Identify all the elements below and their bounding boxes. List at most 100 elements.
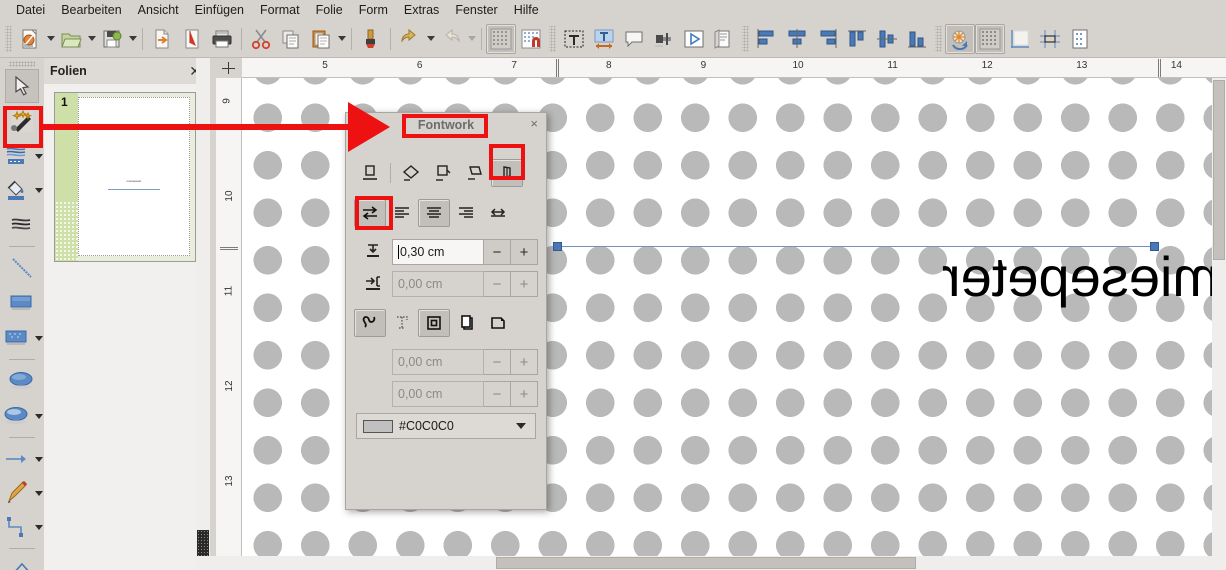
transformations-icon[interactable] bbox=[945, 23, 975, 54]
vertical-scroll-thumb[interactable] bbox=[1213, 80, 1225, 260]
fontwork-vertical-shadow-button[interactable] bbox=[450, 309, 482, 337]
line-color-dropdown-icon[interactable] bbox=[34, 139, 44, 173]
menu-ansicht[interactable]: Ansicht bbox=[130, 1, 187, 19]
arrow-tool[interactable] bbox=[0, 442, 34, 476]
fontwork-text-object[interactable]: miesepeter bbox=[942, 244, 1219, 309]
menu-hilfe[interactable]: Hilfe bbox=[506, 1, 547, 19]
open-document-dropdown-icon[interactable] bbox=[86, 24, 97, 54]
slide-thumbnail[interactable]: 1 miesepeter bbox=[54, 92, 196, 262]
fontwork-shadow-x-increment[interactable]: + bbox=[511, 349, 538, 375]
display-grid-icon[interactable] bbox=[486, 23, 516, 54]
menu-datei[interactable]: Datei bbox=[8, 1, 53, 19]
fontwork-shadow-y-input[interactable]: 0,00 cm bbox=[392, 381, 484, 407]
align-top-icon[interactable] bbox=[842, 24, 872, 54]
align-left-icon[interactable] bbox=[752, 24, 782, 54]
cut-icon[interactable] bbox=[246, 24, 276, 54]
fontwork-off-button[interactable] bbox=[354, 159, 386, 187]
undo-dropdown-icon[interactable] bbox=[425, 24, 436, 54]
fontwork-indent-input[interactable]: 0,00 cm bbox=[392, 271, 484, 297]
rectangle-filled-tool[interactable] bbox=[5, 286, 39, 320]
helplines-icon[interactable] bbox=[1035, 24, 1065, 54]
redo-dropdown-icon[interactable] bbox=[466, 24, 477, 54]
insert-fontwork-icon[interactable] bbox=[589, 24, 619, 54]
display-views-icon[interactable] bbox=[1065, 24, 1095, 54]
undo-icon[interactable] bbox=[395, 24, 425, 54]
horizontal-ruler[interactable]: 5 6 7 8 9 10 11 12 13 14 bbox=[216, 58, 1226, 78]
print-icon[interactable] bbox=[207, 24, 237, 54]
insert-callout-icon[interactable] bbox=[619, 24, 649, 54]
fontwork-upright-button[interactable] bbox=[427, 159, 459, 187]
basic-shapes-tool[interactable] bbox=[5, 553, 39, 570]
canvas-horizontal-scrollbar[interactable] bbox=[196, 556, 1226, 570]
print-preview-icon[interactable] bbox=[177, 24, 207, 54]
fontwork-shadow-x-input[interactable]: 0,00 cm bbox=[392, 349, 484, 375]
paste-dropdown-icon[interactable] bbox=[336, 24, 347, 54]
connector-tool[interactable] bbox=[0, 510, 34, 544]
paste-icon[interactable] bbox=[306, 24, 336, 54]
chevron-down-icon[interactable] bbox=[516, 423, 526, 429]
menu-einfuegen[interactable]: Einfügen bbox=[187, 1, 252, 19]
line-tool[interactable] bbox=[5, 251, 39, 285]
fontwork-text-contour-button[interactable] bbox=[386, 309, 418, 337]
fontwork-orientation-button[interactable] bbox=[354, 199, 386, 227]
menu-fenster[interactable]: Fenster bbox=[447, 1, 505, 19]
fontwork-slant-horizontal-button[interactable] bbox=[459, 159, 491, 187]
toolbar-grip[interactable] bbox=[5, 25, 12, 52]
menu-extras[interactable]: Extras bbox=[396, 1, 447, 19]
fontwork-indent-increment[interactable]: + bbox=[511, 271, 538, 297]
fontwork-dialog[interactable]: Fontwork × 0,30 cm − + 0,00 cm − + 0,00 … bbox=[345, 112, 547, 510]
insert-text-box-icon[interactable] bbox=[559, 24, 589, 54]
slide-list-item[interactable]: 1 miesepeter bbox=[54, 92, 199, 262]
selection-handle-right[interactable] bbox=[1150, 242, 1159, 251]
horizontal-scroll-thumb[interactable] bbox=[496, 557, 916, 569]
align-right-icon[interactable] bbox=[812, 24, 842, 54]
ellipse-dropdown-icon[interactable] bbox=[34, 399, 44, 433]
insert-media-icon[interactable] bbox=[649, 24, 679, 54]
line-color-tool[interactable] bbox=[0, 139, 34, 173]
new-document-dropdown-icon[interactable] bbox=[45, 24, 56, 54]
snap-to-grid-icon[interactable] bbox=[516, 24, 546, 54]
menu-format[interactable]: Format bbox=[252, 1, 308, 19]
selection-handle-left[interactable] bbox=[553, 242, 562, 251]
copy-icon[interactable] bbox=[276, 24, 306, 54]
connector-dropdown-icon[interactable] bbox=[34, 510, 44, 544]
menu-folie[interactable]: Folie bbox=[308, 1, 351, 19]
rectangle-tool[interactable] bbox=[0, 321, 34, 355]
close-icon[interactable]: × bbox=[530, 116, 538, 131]
toolbar-grip[interactable] bbox=[549, 25, 556, 52]
fontwork-shadow-x-decrement[interactable]: − bbox=[484, 349, 511, 375]
freeform-dropdown-icon[interactable] bbox=[34, 476, 44, 510]
rail-grip[interactable] bbox=[9, 61, 35, 67]
grid-visible-icon[interactable] bbox=[975, 23, 1005, 54]
save-document-dropdown-icon[interactable] bbox=[127, 24, 138, 54]
clone-formatting-icon[interactable] bbox=[356, 24, 386, 54]
ruler-margin-marker[interactable] bbox=[220, 247, 238, 250]
export-pdf-icon[interactable] bbox=[147, 24, 177, 54]
fontwork-rotate-button[interactable] bbox=[395, 159, 427, 187]
fill-color-dropdown-icon[interactable] bbox=[34, 173, 44, 207]
start-slideshow-icon[interactable] bbox=[679, 24, 709, 54]
fontwork-contour-button[interactable] bbox=[354, 309, 386, 337]
ruler-corner-icon[interactable] bbox=[216, 58, 242, 78]
align-bottom-icon[interactable] bbox=[902, 24, 932, 54]
shadow-tool[interactable] bbox=[5, 208, 39, 242]
slides-panel-scroll-thumb[interactable] bbox=[197, 530, 209, 556]
ellipse-tool[interactable] bbox=[5, 364, 39, 398]
fontwork-tool[interactable] bbox=[5, 104, 39, 138]
new-document-icon[interactable] bbox=[15, 24, 45, 54]
fontwork-shadow-y-decrement[interactable]: − bbox=[484, 381, 511, 407]
toolbar-grip[interactable] bbox=[742, 25, 749, 52]
fontwork-autofit-button[interactable] bbox=[482, 199, 514, 227]
menu-bearbeiten[interactable]: Bearbeiten bbox=[53, 1, 129, 19]
slides-panel-scrollbar[interactable] bbox=[196, 58, 210, 556]
fontwork-slant-shadow-button[interactable] bbox=[482, 309, 514, 337]
fontwork-shadow-y-increment[interactable]: + bbox=[511, 381, 538, 407]
snap-lines-icon[interactable] bbox=[1005, 24, 1035, 54]
fontwork-no-shadow-button[interactable] bbox=[418, 309, 450, 337]
align-center-icon[interactable] bbox=[782, 24, 812, 54]
ellipse-filled-tool[interactable] bbox=[0, 399, 34, 433]
ruler-margin-marker[interactable] bbox=[1158, 59, 1161, 77]
fontwork-distance-decrement[interactable]: − bbox=[484, 239, 511, 265]
freeform-line-tool[interactable] bbox=[0, 476, 34, 510]
align-middle-icon[interactable] bbox=[872, 24, 902, 54]
